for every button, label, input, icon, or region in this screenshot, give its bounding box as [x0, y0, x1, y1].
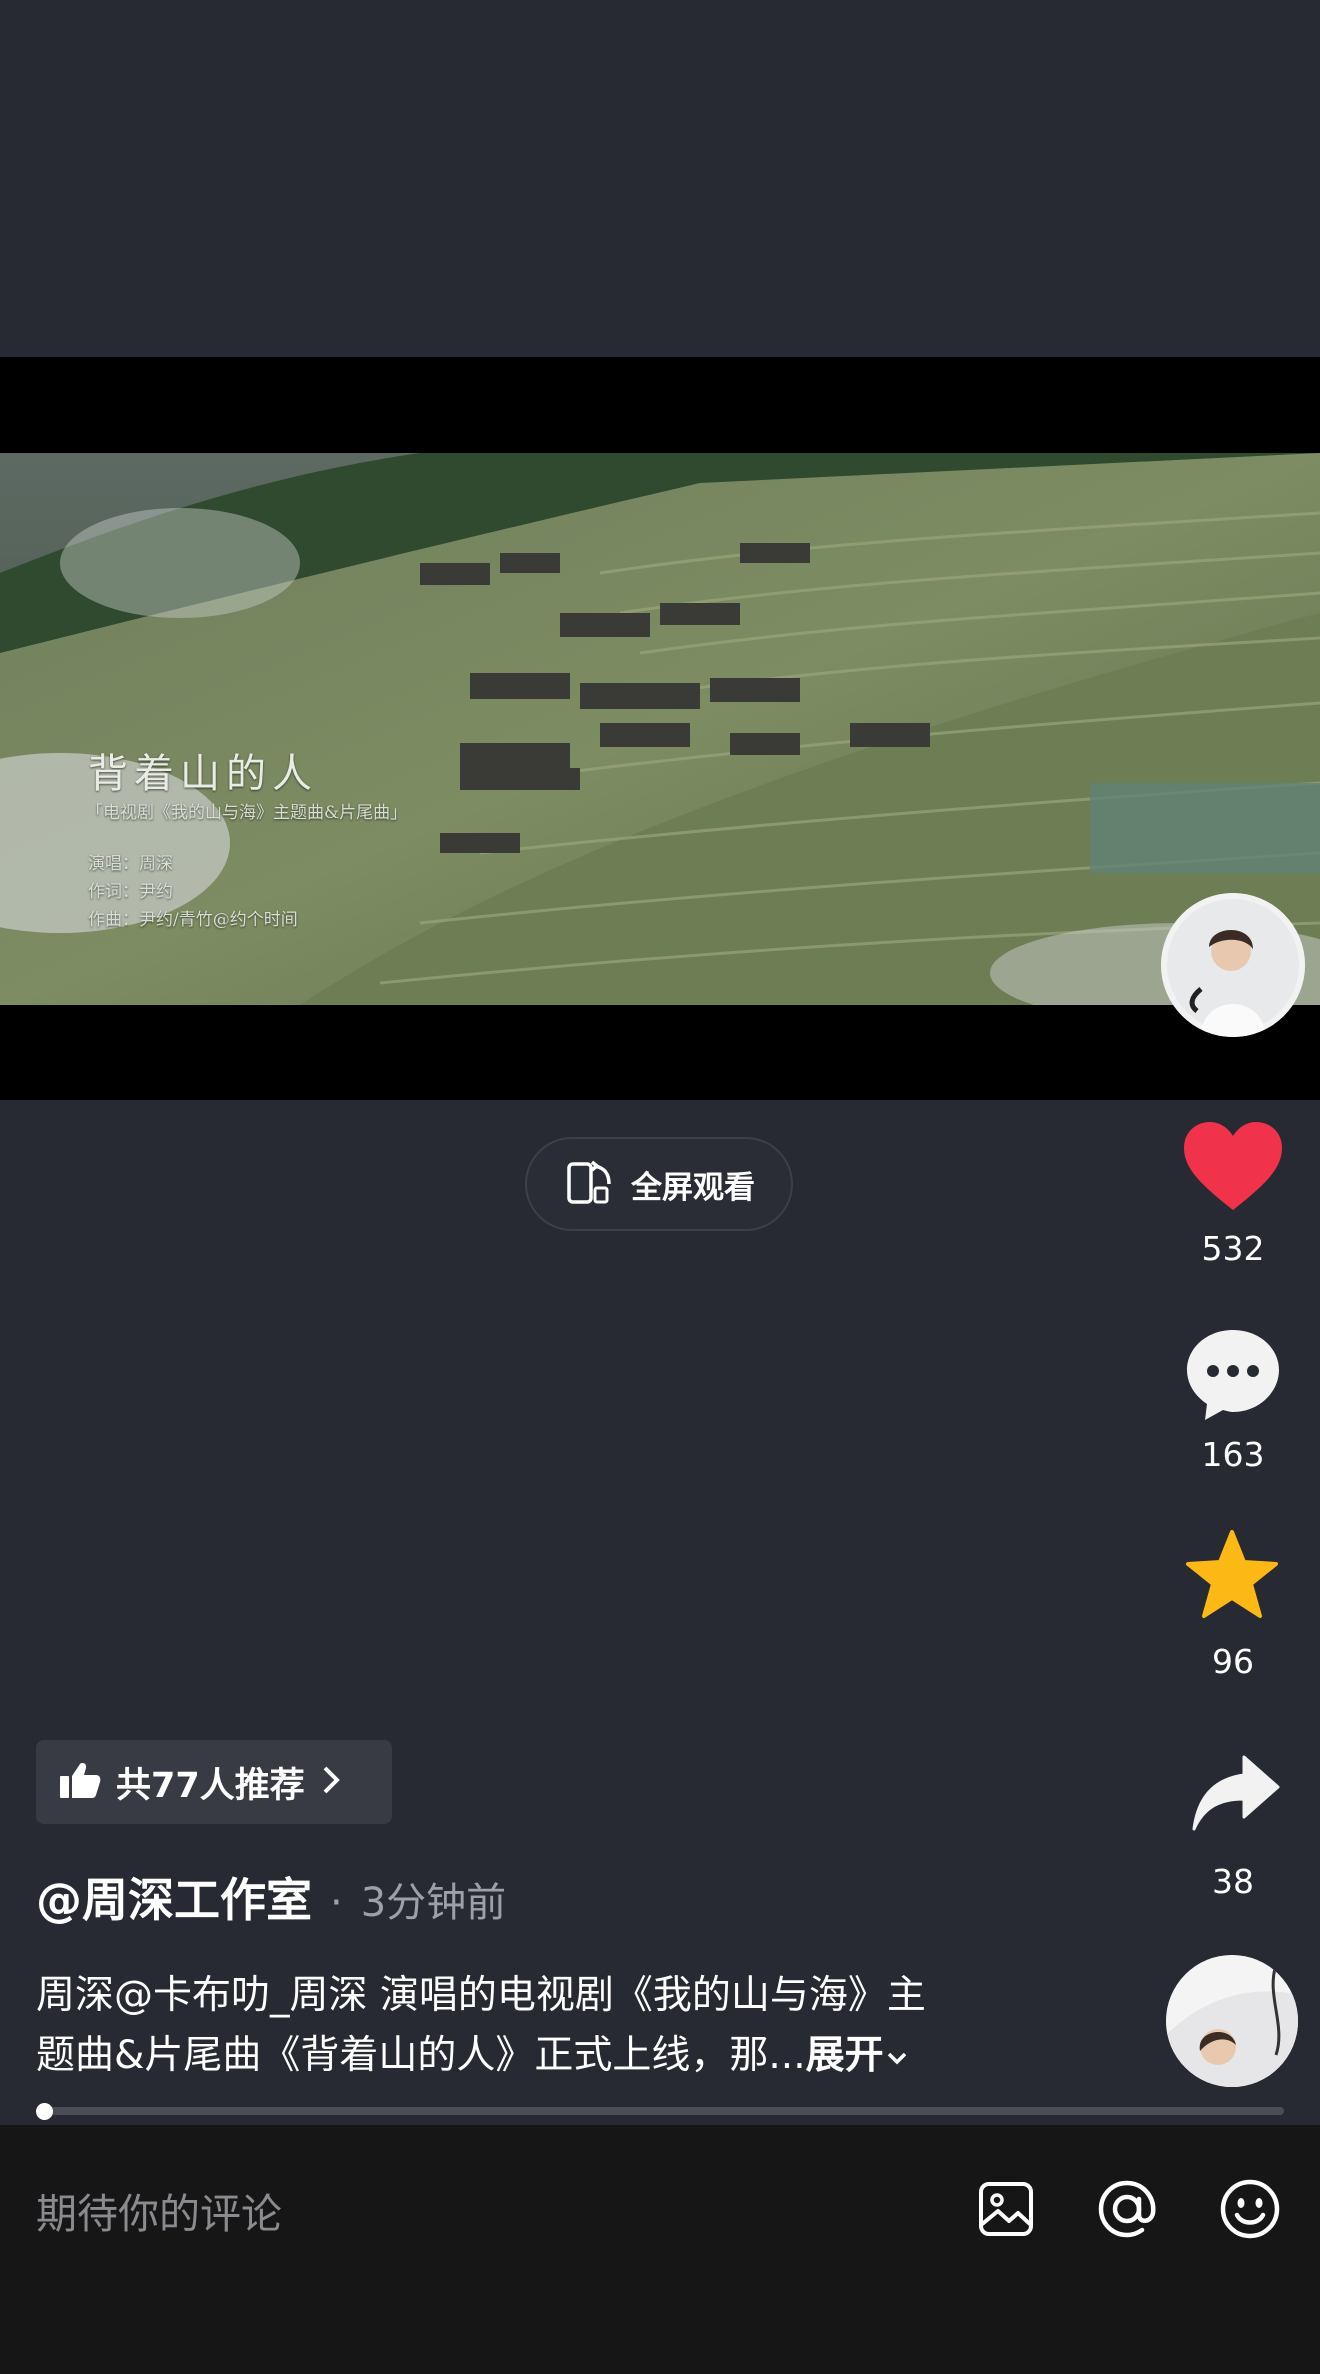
recommend-chip[interactable]: 共77人推荐 — [36, 1740, 392, 1824]
post-time: 3分钟前 — [360, 1880, 507, 1926]
like-count: 532 — [1201, 1229, 1265, 1268]
share-button[interactable] — [1190, 1753, 1282, 1835]
video-progress-bar[interactable] — [36, 2107, 1284, 2115]
comment-input[interactable]: 期待你的评论 — [36, 2180, 282, 2240]
at-icon[interactable] — [1095, 2177, 1159, 2241]
caption-line-1: 周深@卡布叻_周深 演唱的电视剧《我的山与海》主 — [36, 1973, 926, 2018]
video-credit-composer: 作曲：尹约/青竹@约个时间 — [88, 910, 298, 930]
comment-bubble-icon — [1187, 1330, 1279, 1420]
expand-button[interactable]: 展开 — [806, 2033, 910, 2078]
star-icon — [1186, 1530, 1278, 1618]
video-overlay-subtitle: 「电视剧《我的山与海》主题曲&片尾曲」 — [86, 803, 408, 823]
recommend-count-text: 共77人推荐 — [116, 1765, 305, 1806]
share-count: 38 — [1212, 1862, 1254, 1901]
comment-button[interactable] — [1183, 1326, 1283, 1422]
video-credit-singer: 演唱：周深 — [88, 854, 173, 874]
separator-dot: · — [330, 1880, 343, 1926]
rotate-phone-icon — [563, 1156, 615, 1212]
expand-label: 展开 — [805, 2033, 884, 2078]
avatar — [1161, 893, 1305, 1037]
author-name[interactable]: @周深工作室 — [36, 1864, 312, 1930]
creator-avatar[interactable] — [1161, 893, 1305, 1037]
video-overlay-title: 背着山的人 — [88, 751, 318, 797]
favorite-button[interactable] — [1184, 1528, 1280, 1620]
like-button[interactable] — [1180, 1118, 1286, 1218]
chevron-down-icon — [887, 2052, 906, 2065]
music-disc-avatar[interactable] — [1166, 1955, 1298, 2087]
share-arrow-icon — [1192, 1755, 1280, 1831]
avatar — [1166, 1955, 1298, 2087]
fullscreen-label: 全屏观看 — [631, 1169, 755, 1206]
emoji-icon[interactable] — [1218, 2177, 1282, 2241]
thumbs-up-icon — [58, 1760, 102, 1804]
video-credit-lyricist: 作词：尹约 — [88, 882, 173, 902]
image-icon[interactable] — [978, 2181, 1034, 2237]
comment-bar — [0, 2125, 1320, 2374]
favorite-count: 96 — [1212, 1642, 1254, 1681]
author-line: @周深工作室 · 3分钟前 — [36, 1864, 506, 1930]
comment-count: 163 — [1201, 1435, 1265, 1474]
heart-icon — [1184, 1122, 1282, 1210]
fullscreen-button[interactable]: 全屏观看 — [525, 1137, 793, 1231]
progress-handle[interactable] — [36, 2103, 53, 2120]
post-caption[interactable]: 周深@卡布叻_周深 演唱的电视剧《我的山与海》主 题曲&片尾曲《背着山的人》正式… — [36, 1966, 1076, 2086]
video-frame-scene[interactable]: 背着山的人 「电视剧《我的山与海》主题曲&片尾曲」 演唱：周深 作词：尹约 作曲… — [0, 453, 1320, 1005]
caption-line-2: 题曲&片尾曲《背着山的人》正式上线，那...展开 — [36, 2026, 1076, 2086]
caption-line-2-text: 题曲&片尾曲《背着山的人》正式上线，那... — [36, 2033, 806, 2078]
chevron-right-icon — [319, 1763, 343, 1801]
